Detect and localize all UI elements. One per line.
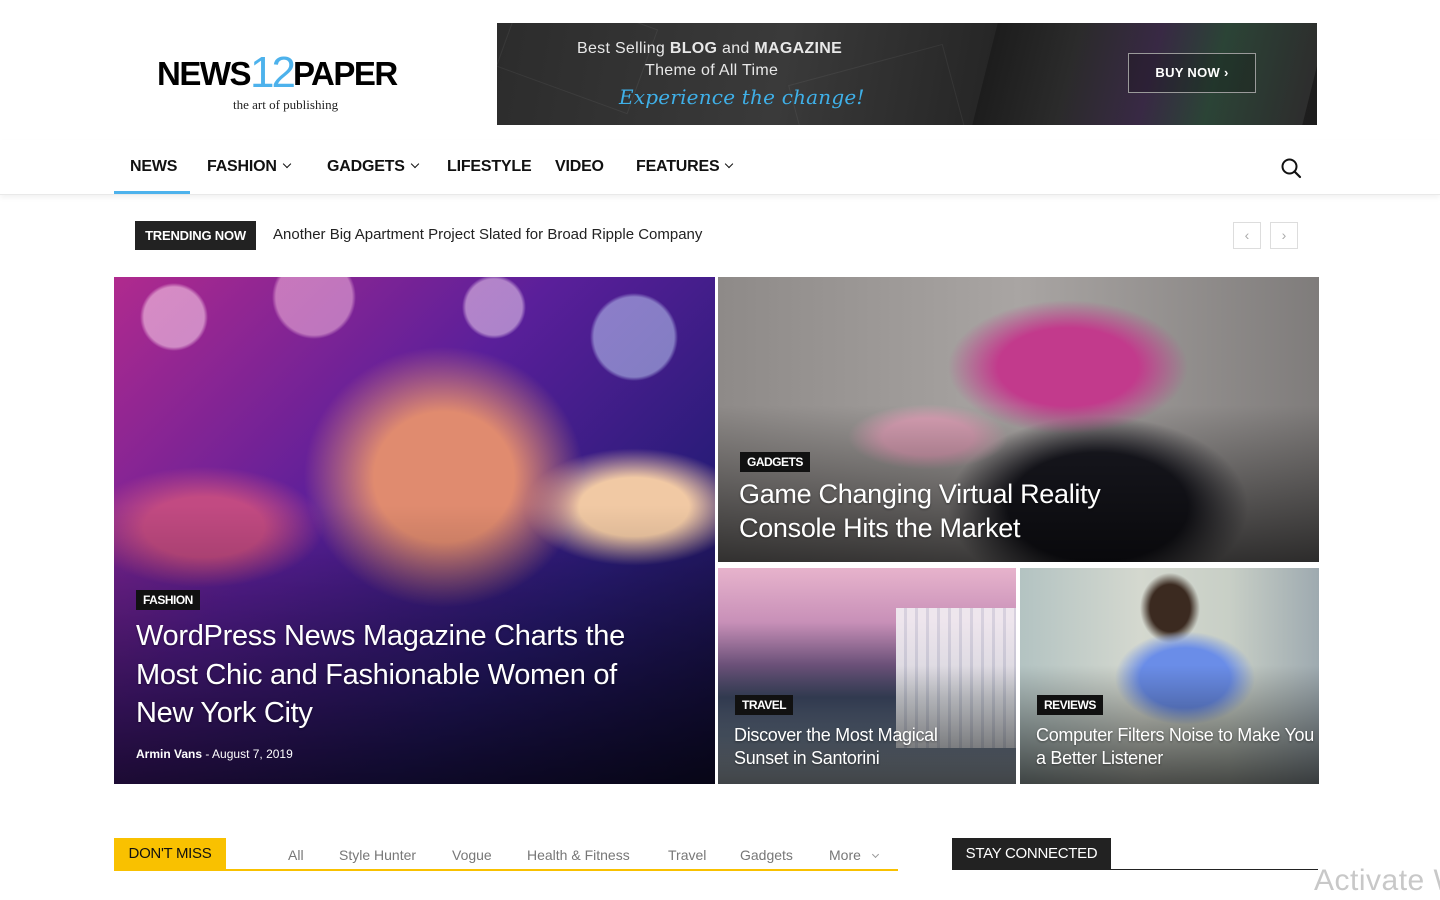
filter-tab-travel[interactable]: Travel: [668, 847, 706, 863]
chevron-down-icon: [725, 159, 734, 169]
featured-article-santorini[interactable]: TRAVEL Discover the Most Magical Sunset …: [718, 568, 1016, 784]
activate-windows-watermark: Activate W: [1314, 864, 1440, 897]
dont-miss-label: DON'T MISS: [114, 838, 226, 870]
banner-headline: Best Selling BLOG and MAGAZINE: [577, 40, 843, 57]
article-byline: Armin Vans - August 7, 2019: [136, 747, 293, 761]
category-badge[interactable]: REVIEWS: [1037, 695, 1103, 715]
nav-item-lifestyle[interactable]: LIFESTYLE: [447, 140, 532, 194]
stay-connected-divider: [952, 869, 1318, 870]
stay-connected-label: STAY CONNECTED: [952, 838, 1111, 870]
site-logo[interactable]: NEWS12PAPER the art of publishing: [157, 48, 437, 118]
nav-item-news[interactable]: NEWS: [130, 140, 177, 194]
main-navigation: NEWS FASHION GADGETS LIFESTYLE VIDEO FEA…: [0, 140, 1440, 195]
article-title[interactable]: Discover the Most Magical Sunset in Sant…: [734, 724, 994, 770]
category-badge[interactable]: TRAVEL: [735, 695, 794, 715]
author-link[interactable]: Armin Vans: [136, 747, 202, 761]
header-ad-banner[interactable]: Best Selling BLOG and MAGAZINE Theme of …: [497, 23, 1317, 125]
trending-prev-button[interactable]: ‹: [1233, 222, 1261, 249]
filter-tab-vogue[interactable]: Vogue: [452, 847, 492, 863]
filter-tab-all[interactable]: All: [288, 847, 304, 863]
chevron-down-icon: [410, 159, 419, 169]
filter-tab-gadgets[interactable]: Gadgets: [740, 847, 793, 863]
buy-now-button[interactable]: BUY NOW ›: [1128, 53, 1256, 93]
trending-headline-link[interactable]: Another Big Apartment Project Slated for…: [273, 226, 702, 243]
search-icon[interactable]: [1280, 157, 1302, 179]
article-title[interactable]: WordPress News Magazine Charts the Most …: [136, 617, 656, 733]
nav-item-gadgets[interactable]: GADGETS: [327, 140, 419, 194]
logo-wordmark: NEWS12PAPER: [157, 48, 398, 97]
banner-slogan: Experience the change!: [619, 85, 865, 109]
filter-tab-health-fitness[interactable]: Health & Fitness: [527, 847, 630, 863]
category-badge[interactable]: GADGETS: [740, 452, 810, 472]
trending-next-button[interactable]: ›: [1270, 222, 1298, 249]
nav-active-indicator: [114, 191, 190, 194]
filter-tab-style-hunter[interactable]: Style Hunter: [339, 847, 416, 863]
category-badge[interactable]: FASHION: [136, 590, 200, 610]
nav-item-fashion[interactable]: FASHION: [207, 140, 291, 194]
chevron-down-icon: [871, 850, 879, 859]
byline-separator: -: [202, 747, 213, 761]
chevron-down-icon: [282, 159, 291, 169]
article-title[interactable]: Computer Filters Noise to Make You a Bet…: [1036, 724, 1316, 770]
logo-tagline: the art of publishing: [233, 97, 339, 112]
filter-tab-more[interactable]: More: [829, 847, 879, 863]
banner-subline: Theme of All Time: [645, 62, 779, 79]
featured-article-reviews[interactable]: REVIEWS Computer Filters Noise to Make Y…: [1020, 568, 1319, 784]
nav-item-video[interactable]: VIDEO: [555, 140, 604, 194]
featured-article-main[interactable]: FASHION WordPress News Magazine Charts t…: [114, 277, 715, 784]
dont-miss-divider: [114, 869, 898, 871]
nav-item-features[interactable]: FEATURES: [636, 140, 734, 194]
trending-now-label: TRENDING NOW: [135, 221, 256, 250]
featured-article-vr[interactable]: GADGETS Game Changing Virtual Reality Co…: [718, 277, 1319, 562]
article-date: August 7, 2019: [212, 747, 293, 761]
article-title[interactable]: Game Changing Virtual Reality Console Hi…: [739, 478, 1159, 545]
